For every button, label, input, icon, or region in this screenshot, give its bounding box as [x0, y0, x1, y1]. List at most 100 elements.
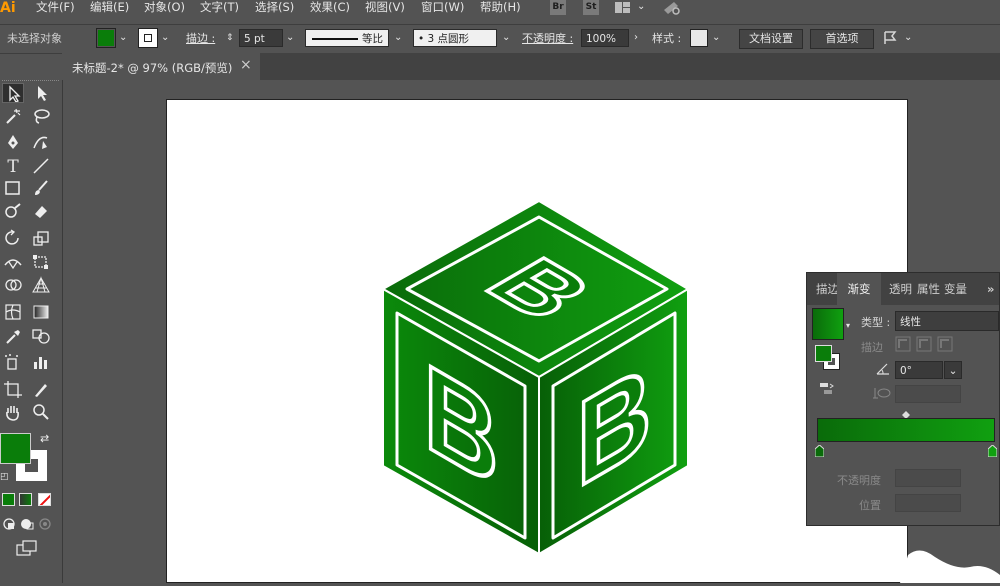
swap-fill-stroke-icon[interactable]: ⇄ — [40, 432, 52, 445]
tab-variables[interactable]: 变量 — [944, 273, 967, 305]
scale-tool-icon[interactable] — [30, 229, 52, 249]
tab-attributes[interactable]: 属性 — [917, 273, 940, 305]
menu-file[interactable]: 文件(F) — [36, 0, 75, 16]
perspective-grid-tool-icon[interactable] — [30, 276, 52, 296]
tools-panel: T ⇄ ◰ — [0, 80, 63, 583]
hand-tool-icon[interactable] — [2, 403, 24, 423]
stroke-profile-select[interactable]: 等比 — [305, 29, 389, 47]
lasso-tool-icon[interactable] — [30, 107, 52, 127]
stop-opacity-input — [895, 469, 961, 487]
letter-block-artwork[interactable]: B B B — [167, 100, 909, 584]
midpoint-diamond[interactable] — [902, 409, 910, 419]
menu-select[interactable]: 选择(S) — [255, 0, 294, 16]
eyedropper-tool-icon[interactable] — [2, 327, 24, 347]
panel-menu-icon[interactable]: ⌄ — [904, 29, 912, 47]
direct-selection-tool-icon[interactable] — [30, 83, 52, 103]
rectangle-tool-icon[interactable] — [2, 179, 24, 199]
free-transform-tool-icon[interactable] — [30, 253, 52, 273]
fill-color-box[interactable] — [0, 433, 31, 464]
draw-inside-icon[interactable] — [38, 517, 52, 531]
gradient-tool-icon[interactable] — [30, 303, 52, 323]
zoom-tool-icon[interactable] — [30, 403, 52, 423]
style-dropdown-icon[interactable]: ⌄ — [712, 29, 720, 47]
tab-transparency[interactable]: 透明 — [889, 273, 912, 305]
stroke-label[interactable]: 描边 : — [186, 31, 215, 47]
menu-effect[interactable]: 效果(C) — [310, 0, 350, 16]
gradient-type-select[interactable]: 线性 — [895, 311, 999, 331]
gradient-mode-button[interactable] — [19, 493, 32, 506]
location-label: 位置 — [859, 499, 881, 512]
menu-type[interactable]: 文字(T) — [200, 0, 239, 16]
opacity-input[interactable]: 100% — [581, 29, 629, 47]
type-tool-icon[interactable]: T — [2, 157, 24, 177]
document-setup-button[interactable]: 文档设置 — [739, 29, 803, 49]
screen-mode-icon[interactable] — [16, 540, 38, 556]
paintbrush-tool-icon[interactable] — [30, 179, 52, 199]
stroke-weight-dropdown-icon[interactable]: ⌄ — [286, 29, 294, 47]
stroke-weight-input[interactable]: 5 pt — [239, 29, 283, 47]
default-fill-stroke-icon[interactable]: ◰ — [0, 472, 10, 482]
menu-object[interactable]: 对象(O) — [144, 0, 185, 16]
torn-edge-decoration — [900, 545, 1000, 583]
document-tab[interactable]: 未标题-2* @ 97% (RGB/预览) × — [62, 53, 260, 80]
curvature-tool-icon[interactable] — [30, 133, 52, 153]
style-swatch[interactable] — [690, 29, 708, 47]
chevron-down-icon[interactable]: ⌄ — [637, 0, 645, 16]
preferences-button[interactable]: 首选项 — [810, 29, 874, 49]
none-mode-button[interactable] — [38, 493, 51, 506]
fill-dropdown-icon[interactable]: ⌄ — [119, 29, 127, 47]
menu-view[interactable]: 视图(V) — [365, 0, 405, 16]
opacity-arrow-icon[interactable]: › — [634, 29, 638, 47]
pen-tool-icon[interactable] — [2, 133, 24, 153]
gradient-slider[interactable] — [817, 418, 995, 442]
gradient-preview-dropdown-icon[interactable]: ▾ — [846, 317, 850, 335]
arrange-documents-icon[interactable] — [614, 1, 632, 15]
stop-location-input — [895, 494, 961, 512]
draw-normal-icon[interactable] — [2, 517, 16, 531]
close-tab-icon[interactable]: × — [240, 57, 252, 73]
gpu-performance-icon[interactable] — [662, 0, 682, 16]
column-graph-tool-icon[interactable] — [30, 353, 52, 373]
bridge-button[interactable]: Br — [550, 0, 566, 15]
color-mode-button[interactable] — [2, 493, 15, 506]
stroke-stepper[interactable]: ⇕ — [226, 29, 234, 47]
angle-input[interactable]: 0° — [895, 361, 943, 379]
tab-gradient[interactable]: 渐变 — [837, 273, 881, 305]
brush-select[interactable]: • 3 点圆形 — [413, 29, 497, 47]
menu-window[interactable]: 窗口(W) — [421, 0, 464, 16]
blend-tool-icon[interactable] — [30, 327, 52, 347]
opacity-label[interactable]: 不透明度 : — [522, 31, 573, 47]
mesh-tool-icon[interactable] — [2, 303, 24, 323]
fill-swatch[interactable] — [96, 28, 116, 48]
draw-behind-icon[interactable] — [20, 517, 34, 531]
artboard-tool-icon[interactable] — [2, 380, 24, 400]
gradient-preview-swatch[interactable] — [812, 308, 844, 340]
reverse-gradient-icon[interactable] — [819, 381, 835, 397]
brush-dropdown-icon[interactable]: ⌄ — [502, 29, 510, 47]
stock-button[interactable]: St — [583, 0, 599, 15]
rotate-tool-icon[interactable] — [2, 229, 24, 249]
width-tool-icon[interactable] — [2, 253, 24, 273]
tab-stroke[interactable]: 描边 — [816, 273, 839, 305]
style-label: 样式 : — [652, 32, 682, 45]
artboard[interactable]: B B B — [166, 99, 908, 583]
eraser-tool-icon[interactable] — [30, 202, 52, 222]
stroke-swatch[interactable] — [138, 28, 158, 48]
gradient-fill-box[interactable] — [815, 345, 832, 362]
select-similar-icon[interactable] — [882, 30, 900, 46]
profile-dropdown-icon[interactable]: ⌄ — [394, 29, 402, 47]
line-tool-icon[interactable] — [30, 157, 52, 177]
menu-edit[interactable]: 编辑(E) — [90, 0, 129, 16]
panel-more-icon[interactable]: » — [987, 273, 994, 305]
menu-help[interactable]: 帮助(H) — [480, 0, 521, 16]
symbol-sprayer-tool-icon[interactable] — [2, 353, 24, 373]
angle-dropdown-icon[interactable]: ⌄ — [944, 361, 962, 379]
stroke-dropdown-icon[interactable]: ⌄ — [161, 29, 169, 47]
selection-tool-icon[interactable] — [2, 83, 24, 103]
gradient-stop-left[interactable] — [814, 444, 825, 458]
magic-wand-tool-icon[interactable] — [2, 107, 24, 127]
shape-builder-tool-icon[interactable] — [2, 276, 24, 296]
gradient-stop-right[interactable] — [987, 444, 998, 458]
shaper-tool-icon[interactable] — [2, 202, 24, 222]
slice-tool-icon[interactable] — [30, 380, 52, 400]
